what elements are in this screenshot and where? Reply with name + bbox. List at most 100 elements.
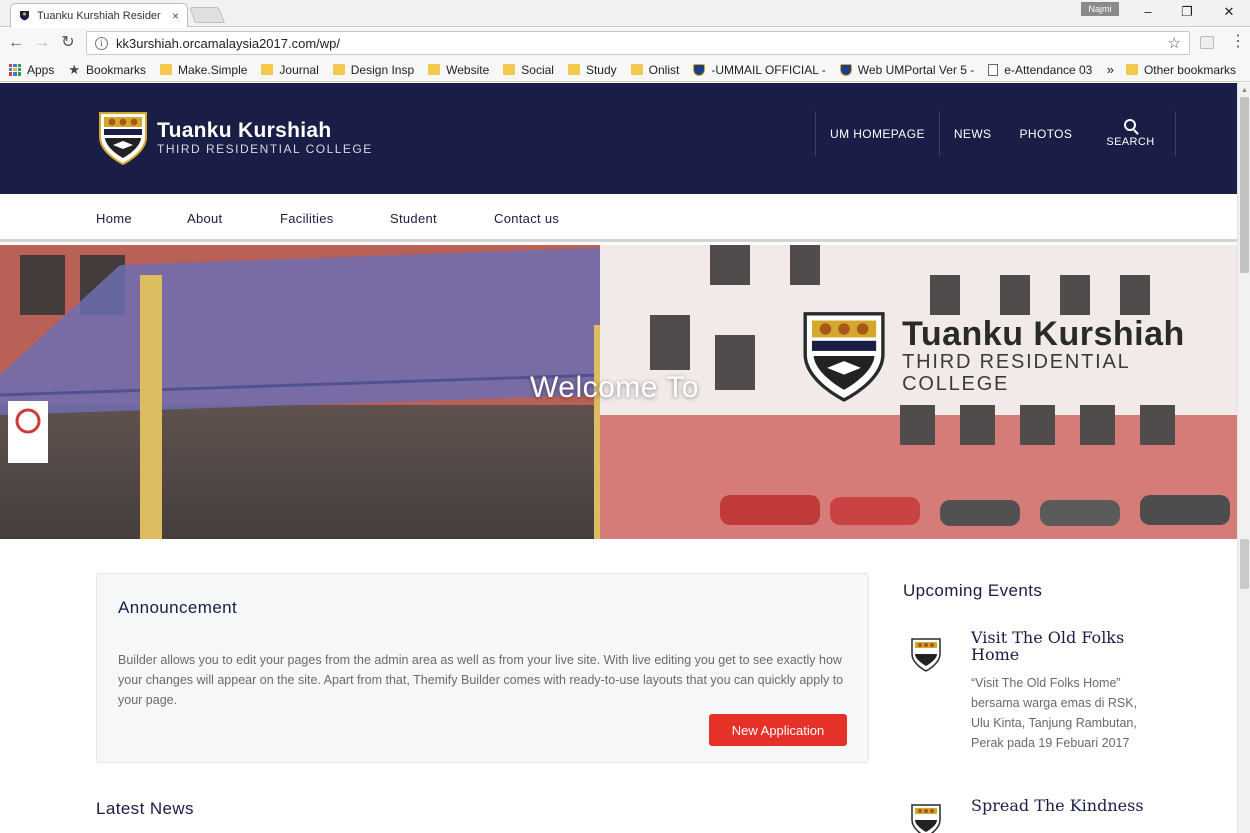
profile-badge[interactable]: Najmi <box>1081 2 1119 16</box>
bookmarks-overflow-icon[interactable]: » <box>1107 62 1114 77</box>
announcement-text: Builder allows you to edit your pages fr… <box>118 653 844 707</box>
star-icon: ★ <box>68 61 81 77</box>
bookmark-folder[interactable]: Website <box>428 63 489 77</box>
forward-icon[interactable]: → <box>33 34 51 52</box>
extension-icon[interactable] <box>1200 36 1214 49</box>
event-title[interactable]: Visit The Old Folks Home <box>971 629 1161 663</box>
search-button[interactable]: SEARCH <box>1086 111 1174 156</box>
bookmark-attendance[interactable]: e-Attendance 03 <box>988 63 1092 77</box>
other-bookmarks[interactable]: Other bookmarks <box>1125 62 1236 77</box>
document-icon <box>988 63 999 76</box>
latest-news-heading: Latest News <box>96 799 194 818</box>
top-navigation: UM HOMEPAGE NEWS PHOTOS SEARCH <box>815 111 1176 156</box>
restore-button[interactable]: ❐ <box>1176 4 1198 22</box>
event-item[interactable]: Visit The Old Folks Home “Visit The Old … <box>903 629 1163 779</box>
scroll-up-icon[interactable]: ▲ <box>1241 87 1248 94</box>
site-favicon-icon <box>19 10 30 21</box>
folder-icon <box>503 64 516 75</box>
scrollbar-thumb[interactable] <box>1240 97 1249 273</box>
new-tab-button[interactable] <box>189 7 225 23</box>
nav-photos[interactable]: PHOTOS <box>1005 111 1086 156</box>
event-item[interactable]: Spread The Kindness <box>903 797 1163 833</box>
um-shield-icon <box>839 63 852 76</box>
main-navigation: Home About Facilities Student Contact us <box>0 194 1237 242</box>
bookmark-label: Make.Simple <box>178 62 248 77</box>
new-application-button[interactable]: New Application <box>709 714 847 746</box>
college-crest-icon <box>99 112 147 166</box>
hero-logo-title: Tuanku Kurshiah <box>902 315 1185 353</box>
folder-icon <box>332 64 345 75</box>
bookmark-label: e-Attendance 03 <box>1004 62 1093 77</box>
bookmarks-bar: Apps ★ Bookmarks Make.Simple Journal Des… <box>0 58 1250 82</box>
bookmark-label: Other bookmarks <box>1143 62 1236 77</box>
bookmark-folder[interactable]: Social <box>503 63 554 77</box>
announcement-panel: Announcement Builder allows you to edit … <box>96 573 869 763</box>
site-logo[interactable]: Tuanku Kurshiah THIRD RESIDENTIAL COLLEG… <box>97 109 373 167</box>
site-title: Tuanku Kurshiah <box>157 119 332 142</box>
scrollbar-marker <box>1240 539 1249 589</box>
um-shield-icon <box>693 63 706 76</box>
bookmark-label: Bookmarks <box>86 62 147 77</box>
nav-contact[interactable]: Contact us <box>494 211 559 226</box>
nav-um-homepage[interactable]: UM HOMEPAGE <box>816 111 939 156</box>
bookmark-bookmarks[interactable]: ★ Bookmarks <box>68 62 146 78</box>
browser-tab-strip: Tuanku Kurshiah Resider × Najmi – ❐ ✕ <box>0 0 1250 27</box>
college-crest-icon <box>803 312 885 402</box>
hero-logo-subtitle: THIRD RESIDENTIAL COLLEGE <box>902 351 1130 395</box>
bookmark-label: Journal <box>279 62 319 77</box>
bookmark-umportal[interactable]: Web UMPortal Ver 5 - <box>839 62 975 77</box>
event-title[interactable]: Spread The Kindness <box>971 797 1161 814</box>
tab-title: Tuanku Kurshiah Resider <box>37 9 161 22</box>
bookmark-folder[interactable]: Study <box>567 62 617 77</box>
bookmark-label: Design Insp <box>350 62 415 77</box>
reload-icon[interactable]: ↻ <box>59 34 77 52</box>
bookmark-folder[interactable]: Journal <box>261 62 319 77</box>
bookmark-folder[interactable]: Make.Simple <box>160 63 247 77</box>
hero-banner: Welcome To Tuanku Kurshiah THIRD RESIDEN… <box>0 245 1237 539</box>
nav-about[interactable]: About <box>187 211 222 226</box>
bookmark-label: Website <box>446 62 490 77</box>
nav-home[interactable]: Home <box>96 211 132 226</box>
folder-icon <box>630 64 643 75</box>
upcoming-events-heading: Upcoming Events <box>903 581 1043 600</box>
site-header: Tuanku Kurshiah THIRD RESIDENTIAL COLLEG… <box>0 83 1237 194</box>
bookmark-label: Web UMPortal Ver 5 - <box>857 62 975 77</box>
nav-student[interactable]: Student <box>390 211 437 226</box>
folder-icon <box>428 64 441 75</box>
event-crest-icon <box>911 638 941 672</box>
hero-college-logo: Tuanku Kurshiah THIRD RESIDENTIAL COLLEG… <box>800 307 1237 405</box>
bookmark-label: Apps <box>27 62 55 77</box>
bookmark-folder[interactable]: Design Insp <box>332 62 415 77</box>
minimize-button[interactable]: – <box>1137 4 1159 22</box>
folder-icon <box>160 64 173 75</box>
bookmark-star-icon[interactable]: ☆ <box>1168 34 1181 52</box>
bookmark-ummail[interactable]: -UMMAIL OFFICIAL - <box>693 62 826 77</box>
bookmark-label: -UMMAIL OFFICIAL - <box>711 62 826 77</box>
back-icon[interactable]: ← <box>7 34 25 52</box>
browser-menu-icon[interactable]: ⋮ <box>1230 33 1246 51</box>
tab-close-icon[interactable]: × <box>172 9 179 23</box>
search-icon <box>1124 119 1137 131</box>
page-scrollbar[interactable]: ▲ <box>1237 83 1250 833</box>
site-info-icon[interactable]: i <box>95 36 108 50</box>
folder-icon <box>261 64 274 75</box>
nav-facilities[interactable]: Facilities <box>280 211 334 226</box>
url-text[interactable]: kk3urshiah.orcamalaysia2017.com/wp/ <box>116 36 1168 51</box>
announcement-title: Announcement <box>118 598 238 617</box>
bookmark-folder[interactable]: Onlist <box>630 62 680 77</box>
browser-tab[interactable]: Tuanku Kurshiah Resider × <box>10 3 188 27</box>
close-window-button[interactable]: ✕ <box>1218 4 1240 22</box>
folder-icon <box>567 64 580 75</box>
hero-title: Welcome To <box>530 371 699 404</box>
folder-icon <box>1125 64 1138 75</box>
event-description: “Visit The Old Folks Home” bersama warga… <box>971 676 1138 750</box>
site-subtitle: THIRD RESIDENTIAL COLLEGE <box>157 142 373 156</box>
bookmark-label: Onlist <box>648 62 680 77</box>
bookmark-label: Study <box>585 62 617 77</box>
apps-grid-icon <box>9 63 21 76</box>
address-toolbar: ← → ↻ i kk3urshiah.orcamalaysia2017.com/… <box>0 28 1250 58</box>
address-bar[interactable]: i kk3urshiah.orcamalaysia2017.com/wp/ ☆ <box>86 31 1190 55</box>
bookmark-apps[interactable]: Apps <box>9 63 54 77</box>
search-label: SEARCH <box>1106 136 1155 148</box>
nav-news[interactable]: NEWS <box>940 111 1006 156</box>
